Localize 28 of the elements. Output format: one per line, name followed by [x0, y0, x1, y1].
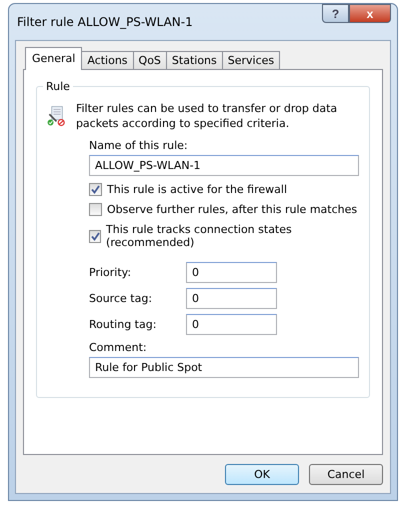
- checkbox[interactable]: [89, 203, 102, 216]
- description-text: Filter rules can be used to transfer or drop data packets according to specified criteria.: [76, 101, 338, 131]
- group-title: Rule: [45, 80, 71, 93]
- tab[interactable]: Actions: [81, 51, 134, 69]
- input-field[interactable]: 0: [186, 314, 277, 335]
- dialog-button[interactable]: OK: [225, 464, 299, 485]
- field-label: Name of this rule:: [89, 139, 189, 152]
- tab[interactable]: QoS: [132, 51, 167, 69]
- checkbox-label: Observe further rules, after this rule matches: [107, 203, 358, 216]
- input-field[interactable]: 0: [186, 262, 277, 283]
- input-field[interactable]: 0: [186, 288, 277, 309]
- field-label: Priority:: [89, 266, 132, 279]
- field-label: Comment:: [89, 341, 148, 354]
- tab[interactable]: General: [25, 47, 82, 70]
- name-input-field[interactable]: ALLOW_PS-WLAN-1: [89, 155, 359, 176]
- checkbox[interactable]: [89, 183, 102, 196]
- field-label: Source tag:: [89, 292, 154, 305]
- comment-input-field[interactable]: Rule for Public Spot: [89, 357, 359, 378]
- dialog-button[interactable]: Cancel: [309, 464, 383, 485]
- checkbox[interactable]: [89, 230, 102, 242]
- tab[interactable]: Services: [222, 51, 280, 69]
- help-button[interactable]: ?: [322, 4, 349, 23]
- checkbox-label: This rule is active for the firewall: [107, 183, 288, 196]
- field-label: Routing tag:: [89, 318, 158, 331]
- window-title: Filter rule ALLOW_PS-WLAN-1: [17, 15, 193, 29]
- close-button[interactable]: x: [349, 4, 391, 23]
- tab[interactable]: Stations: [166, 51, 223, 69]
- checkbox-label: This rule tracks connection states (recommended): [106, 223, 293, 249]
